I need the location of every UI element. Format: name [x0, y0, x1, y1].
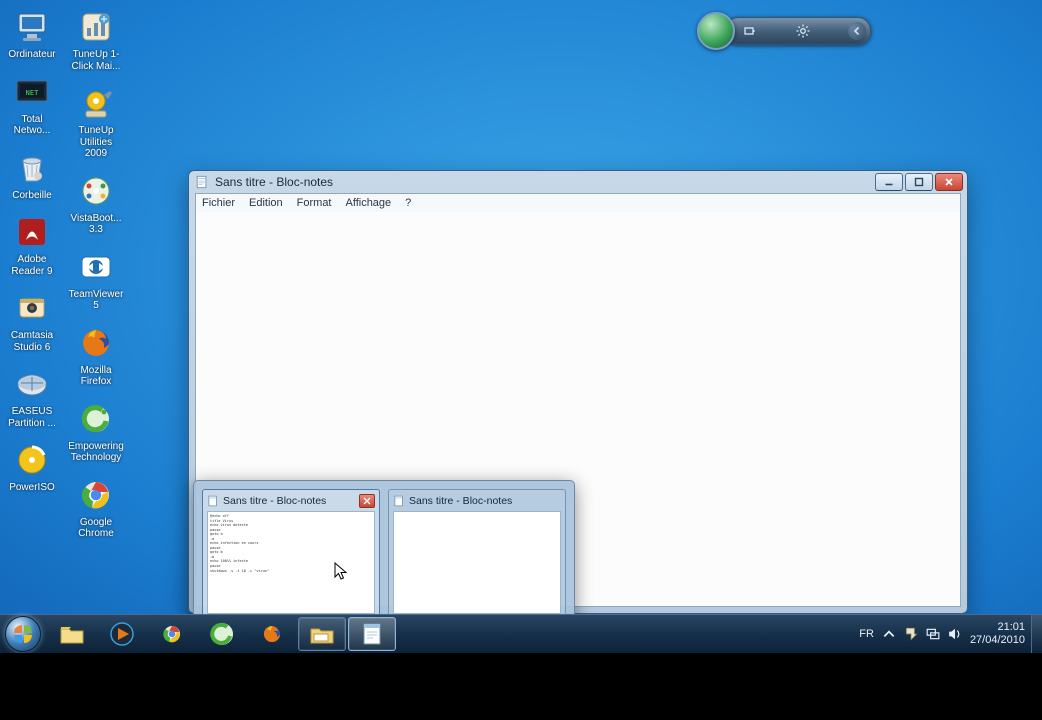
desktop-icon-camtasia[interactable]: Camtasia Studio 6 — [4, 287, 60, 353]
desktop-icon-label: Ordinateur — [8, 49, 55, 61]
desktop-icon-poweriso[interactable]: PowerISO — [4, 439, 60, 494]
battery-icon[interactable] — [742, 23, 758, 39]
taskbar-item-firefox[interactable] — [248, 617, 296, 651]
desktop-icon-empowering[interactable]: Empowering Technology — [68, 398, 124, 464]
desktop-icon-label: PowerISO — [9, 482, 55, 494]
tray-chevron-icon[interactable] — [882, 627, 896, 641]
menu-help[interactable]: ? — [405, 197, 411, 209]
desktop-icon-label: Empowering Technology — [68, 441, 124, 464]
computer-icon — [11, 6, 53, 48]
desktop-icon-tuneup-oneclick[interactable]: TuneUp 1-Click Mai... — [68, 6, 124, 72]
menu-view[interactable]: Affichage — [346, 197, 392, 209]
easeus-icon — [11, 363, 53, 405]
desktop-icon-computer[interactable]: Ordinateur — [4, 6, 60, 61]
desktop-icon-tuneup-2009[interactable]: TuneUp Utilities 2009 — [68, 82, 124, 160]
preview-body — [393, 511, 561, 614]
minimize-button[interactable] — [875, 173, 903, 191]
camtasia-icon — [11, 287, 53, 329]
maximize-button[interactable] — [905, 173, 933, 191]
svg-text:NET: NET — [26, 89, 39, 97]
preview-title: Sans titre - Bloc-notes — [409, 495, 561, 507]
preview-thumb-2[interactable]: Sans titre - Bloc-notes — [388, 489, 566, 619]
taskbar-item-explorer[interactable] — [48, 617, 96, 651]
desktop-icon-label: Corbeille — [12, 190, 51, 202]
gadget-pill — [725, 17, 871, 45]
start-button[interactable] — [0, 615, 46, 653]
taskbar: FR 21:01 27/04/2010 — [0, 614, 1042, 653]
title-bar[interactable]: Sans titre - Bloc-notes — [189, 171, 967, 193]
desktop-icon-adobe-reader[interactable]: Adobe Reader 9 — [4, 211, 60, 277]
chrome-icon — [75, 474, 117, 516]
volume-icon[interactable] — [948, 627, 962, 641]
preview-close-button[interactable] — [359, 494, 375, 508]
empowering-icon — [75, 398, 117, 440]
preview-body: @echo off title Virus echo virus detecte… — [207, 511, 375, 614]
desktop-icon-label: TuneUp Utilities 2009 — [68, 125, 124, 160]
poweriso-icon — [11, 439, 53, 481]
window-title: Sans titre - Bloc-notes — [215, 175, 875, 189]
system-tray: FR 21:01 27/04/2010 — [859, 615, 1031, 653]
desktop-icons: Ordinateur NET Total Netwo... Corbeille Adob… — [4, 6, 124, 540]
gadget-orb-icon[interactable] — [697, 12, 735, 50]
desktop-icon-teamviewer[interactable]: TeamViewer 5 — [68, 246, 124, 312]
vistaboot-icon — [75, 170, 117, 212]
menu-edit[interactable]: Edition — [249, 197, 283, 209]
taskbar-item-notepad[interactable] — [348, 617, 396, 651]
show-desktop-button[interactable] — [1031, 615, 1042, 653]
desktop-icon-label: Mozilla Firefox — [68, 365, 124, 388]
language-indicator[interactable]: FR — [859, 628, 874, 640]
menu-format[interactable]: Format — [297, 197, 332, 209]
notepad-icon — [207, 495, 219, 507]
desktop-icon-label: VistaBoot... 3.3 — [68, 213, 124, 236]
desktop-icon-label: TeamViewer 5 — [68, 289, 124, 312]
notepad-icon — [195, 175, 209, 189]
desktop-icon-label: Camtasia Studio 6 — [4, 330, 60, 353]
desktop-icon-recycle-bin[interactable]: Corbeille — [4, 147, 60, 202]
teamviewer-icon — [75, 246, 117, 288]
clock-time: 21:01 — [970, 621, 1025, 634]
desktop-icon-label: Total Netwo... — [4, 114, 60, 137]
taskbar-preview-popup: Sans titre - Bloc-notes @echo off title … — [193, 480, 575, 628]
network-icon[interactable] — [926, 627, 940, 641]
tuneup-2009-icon — [75, 82, 117, 124]
taskbar-item-wmp[interactable] — [98, 617, 146, 651]
desktop-icon-label: EASEUS Partition ... — [4, 406, 60, 429]
menu-bar: Fichier Edition Format Affichage ? — [196, 194, 960, 213]
gear-icon[interactable] — [795, 23, 811, 39]
recycle-bin-icon — [11, 147, 53, 189]
desktop-icon-total-networ[interactable]: NET Total Netwo... — [4, 71, 60, 137]
desktop-icon-chrome[interactable]: Google Chrome — [68, 474, 124, 540]
desktop-icon-label: TuneUp 1-Click Mai... — [68, 49, 124, 72]
clock[interactable]: 21:01 27/04/2010 — [970, 621, 1025, 646]
taskbar-item-orb-app[interactable] — [198, 617, 246, 651]
taskbar-item-chrome[interactable] — [148, 617, 196, 651]
desktop-icon-label: Adobe Reader 9 — [4, 254, 60, 277]
menu-file[interactable]: Fichier — [202, 197, 235, 209]
notepad-icon — [393, 495, 405, 507]
preview-thumb-1[interactable]: Sans titre - Bloc-notes @echo off title … — [202, 489, 380, 619]
close-button[interactable] — [935, 173, 963, 191]
gadget-bar[interactable] — [697, 14, 871, 48]
desktop-icon-vistaboot[interactable]: VistaBoot... 3.3 — [68, 170, 124, 236]
chevron-left-icon[interactable] — [848, 22, 866, 40]
adobe-reader-icon — [11, 211, 53, 253]
total-networ-icon: NET — [11, 71, 53, 113]
taskbar-item-folder[interactable] — [298, 617, 346, 651]
action-center-icon[interactable] — [904, 627, 918, 641]
firefox-icon — [75, 322, 117, 364]
desktop-icon-firefox[interactable]: Mozilla Firefox — [68, 322, 124, 388]
clock-date: 27/04/2010 — [970, 634, 1025, 647]
tuneup-oneclick-icon — [75, 6, 117, 48]
desktop-icon-easeus[interactable]: EASEUS Partition ... — [4, 363, 60, 429]
desktop-icon-label: Google Chrome — [68, 517, 124, 540]
preview-title: Sans titre - Bloc-notes — [223, 495, 359, 507]
desktop-area[interactable]: Ordinateur NET Total Netwo... Corbeille Adob… — [0, 0, 1042, 653]
